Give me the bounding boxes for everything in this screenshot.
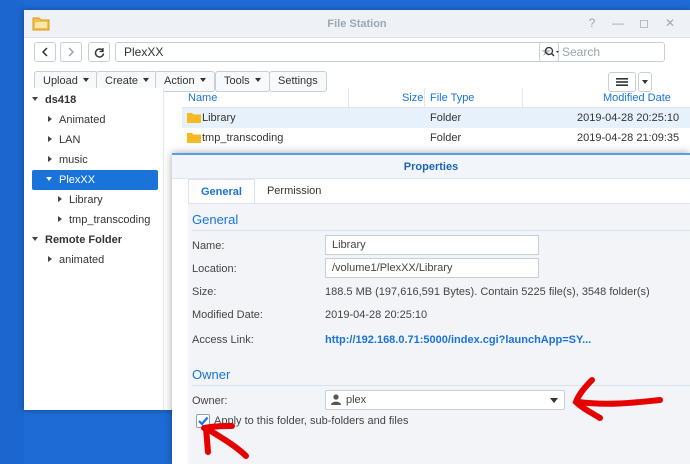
- tree-item-ds418[interactable]: ds418: [32, 90, 158, 110]
- properties-tabs: General Permission: [188, 179, 333, 203]
- chevron-down-icon: [143, 78, 150, 82]
- chevron-right-icon: [68, 47, 75, 57]
- collapse-icon: [58, 216, 62, 222]
- tree-label: LAN: [59, 134, 81, 146]
- size-value: 188.5 MB (197,616,591 Bytes). Contain 52…: [325, 286, 650, 298]
- tab-general[interactable]: General: [188, 179, 255, 203]
- tree-label: PlexXX: [59, 174, 96, 186]
- tools-label: Tools: [224, 75, 250, 87]
- annotation-arrow-checkbox: [201, 423, 249, 459]
- section-divider: [192, 230, 690, 231]
- tree-item-lan[interactable]: LAN: [32, 130, 158, 150]
- chevron-left-icon: [41, 47, 48, 57]
- chevron-down-icon: [642, 80, 648, 84]
- settings-label: Settings: [278, 75, 318, 87]
- collapse-icon: [48, 116, 52, 122]
- file-name: tmp_transcoding: [202, 132, 284, 144]
- access-link[interactable]: http://192.168.0.71:5000/index.cgi?launc…: [325, 334, 591, 346]
- name-field[interactable]: Library: [325, 235, 539, 255]
- navigation-toolbar: PlexXX ★ Search: [24, 38, 690, 68]
- expand-icon: [32, 97, 38, 101]
- tab-permission[interactable]: Permission: [255, 179, 333, 203]
- tree-label: tmp_transcoding: [69, 214, 151, 226]
- collapse-icon: [48, 136, 52, 142]
- folder-icon: [187, 133, 201, 143]
- maximize-icon[interactable]: ◻: [638, 16, 650, 30]
- chevron-down-icon: [254, 78, 261, 82]
- path-field[interactable]: PlexXX ★: [115, 42, 559, 62]
- file-list: Name Size File Type Modified Date Librar…: [182, 88, 690, 158]
- annotation-arrow-owner: [572, 377, 663, 421]
- chevron-down-icon: [199, 78, 206, 82]
- owner-select[interactable]: plex: [325, 390, 565, 410]
- minimize-icon[interactable]: —: [612, 16, 624, 30]
- title-bar: File Station ? — ◻ ✕: [24, 10, 690, 38]
- file-type: Folder: [430, 132, 462, 144]
- collapse-icon: [58, 196, 62, 202]
- tree-label: animated: [59, 254, 105, 266]
- tree-item-tmp-transcoding[interactable]: tmp_transcoding: [32, 210, 158, 230]
- tree-item-remote-folder[interactable]: Remote Folder: [32, 230, 158, 250]
- file-list-header: Name Size File Type Modified Date: [182, 88, 690, 108]
- modified-date-label: Modified Date:: [192, 309, 263, 321]
- back-button[interactable]: [34, 42, 56, 62]
- location-field[interactable]: /volume1/PlexXX/Library: [325, 258, 539, 278]
- tree-label: Animated: [59, 114, 106, 126]
- upload-label: Upload: [43, 75, 78, 87]
- column-name[interactable]: Name: [188, 92, 217, 104]
- general-tab-panel: General Name: Library Location: /volume1…: [188, 203, 690, 464]
- size-label: Size:: [192, 286, 217, 298]
- forward-button[interactable]: [60, 42, 82, 62]
- tree-item-music[interactable]: music: [32, 150, 158, 170]
- column-file-type[interactable]: File Type: [430, 92, 474, 104]
- tree-label: music: [59, 154, 88, 166]
- search-icon: [544, 46, 559, 57]
- file-modified: 2019-04-28 21:09:35: [577, 132, 680, 144]
- close-icon[interactable]: ✕: [664, 16, 676, 30]
- tree-item-remote-animated[interactable]: animated: [32, 250, 158, 270]
- owner-value: plex: [346, 394, 367, 406]
- path-text: PlexXX: [124, 45, 164, 59]
- user-icon: [331, 394, 341, 405]
- search-placeholder: Search: [562, 45, 601, 59]
- modified-date-value: 2019-04-28 20:25:10: [325, 309, 428, 321]
- tree-item-library[interactable]: Library: [32, 190, 158, 210]
- folder-tree: ds418 Animated LAN music PlexXX Library …: [24, 88, 164, 410]
- desktop-background: [0, 0, 24, 464]
- table-row[interactable]: Library Folder 2019-04-28 20:25:10: [182, 108, 690, 128]
- chevron-down-icon: [550, 398, 558, 403]
- general-section-title: General: [192, 212, 239, 227]
- search-input[interactable]: Search: [539, 42, 665, 62]
- column-size[interactable]: Size: [402, 92, 423, 104]
- collapse-icon: [48, 256, 52, 262]
- table-row[interactable]: tmp_transcoding Folder 2019-04-28 21:09:…: [182, 128, 690, 148]
- tree-label: ds418: [45, 94, 77, 106]
- access-link-label: Access Link:: [192, 334, 254, 346]
- list-view-icon: [616, 78, 628, 86]
- name-label: Name:: [192, 240, 225, 252]
- tree-item-plexxx[interactable]: PlexXX: [32, 170, 158, 190]
- dialog-title: Properties: [172, 155, 690, 179]
- action-label: Action: [164, 75, 195, 87]
- tree-label: Remote Folder: [45, 234, 123, 246]
- refresh-button[interactable]: [88, 42, 110, 62]
- tree-item-animated[interactable]: Animated: [32, 110, 158, 130]
- owner-label: Owner:: [192, 395, 228, 407]
- file-modified: 2019-04-28 20:25:10: [577, 112, 680, 124]
- help-icon[interactable]: ?: [586, 16, 598, 30]
- collapse-icon: [48, 156, 52, 162]
- create-label: Create: [105, 75, 139, 87]
- owner-section-title: Owner: [192, 367, 231, 382]
- file-name: Library: [202, 112, 236, 124]
- refresh-icon: [94, 47, 104, 58]
- folder-icon: [187, 113, 201, 123]
- expand-icon: [32, 237, 38, 241]
- tree-label: Library: [69, 194, 103, 206]
- expand-icon: [46, 177, 52, 181]
- chevron-down-icon: [82, 78, 89, 82]
- location-label: Location:: [192, 263, 237, 275]
- file-type: Folder: [430, 112, 462, 124]
- column-modified-date[interactable]: Modified Date: [603, 92, 671, 104]
